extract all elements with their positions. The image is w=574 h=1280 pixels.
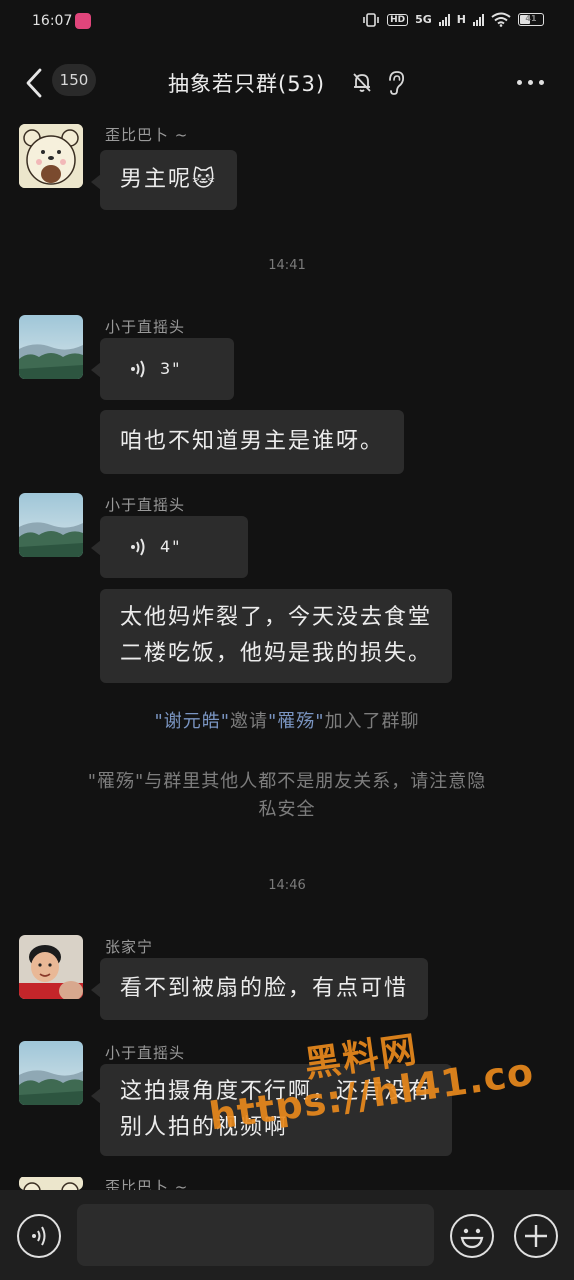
bear-avatar-image bbox=[19, 1177, 83, 1190]
voice-icon[interactable] bbox=[17, 1214, 61, 1258]
voice-bubble[interactable]: 4" bbox=[91, 516, 248, 578]
ear-icon bbox=[389, 71, 405, 95]
landscape-avatar-image bbox=[19, 315, 83, 379]
notice-line: 私安全 bbox=[258, 799, 316, 820]
invite-text-2: 加入了群聊 bbox=[324, 711, 420, 732]
emoji-icon[interactable] bbox=[450, 1214, 494, 1258]
network-h-label: H bbox=[456, 13, 466, 26]
bell-off-icon bbox=[353, 73, 371, 92]
voice-bubble[interactable]: 3" bbox=[91, 338, 234, 400]
status-bar: 16:07 HD 5G H 41 bbox=[0, 0, 574, 44]
input-bar bbox=[0, 1190, 574, 1280]
avatar[interactable] bbox=[19, 493, 83, 557]
wifi-icon bbox=[491, 12, 511, 27]
chat-title[interactable]: 抽象若只群(53) bbox=[168, 68, 325, 98]
time-divider: 14:46 bbox=[268, 878, 306, 893]
voice-wave-icon bbox=[131, 538, 145, 556]
app-notification-icon bbox=[75, 13, 91, 29]
signal-icon-2 bbox=[473, 13, 484, 26]
notice-line: "罹殇"与群里其他人都不是朋友关系，请注意隐 bbox=[87, 771, 487, 792]
time-divider: 14:41 bbox=[268, 258, 306, 273]
sender-name: 小于直摇头 bbox=[105, 318, 186, 336]
signal-icon bbox=[438, 13, 450, 26]
voice-duration: 3" bbox=[160, 359, 182, 378]
landscape-avatar-image bbox=[19, 493, 83, 557]
text-line: 二楼吃饭，他妈是我的损失。 bbox=[120, 641, 433, 666]
invitee-name[interactable]: "罹殇" bbox=[268, 711, 325, 732]
voice-duration: 4" bbox=[160, 537, 182, 556]
avatar[interactable] bbox=[19, 1176, 83, 1190]
bear-avatar-image bbox=[19, 124, 83, 188]
voice-wave-icon bbox=[131, 360, 145, 378]
child-avatar-image bbox=[19, 935, 83, 999]
text-bubble[interactable]: 男主呢🐱 bbox=[91, 150, 237, 210]
sender-name: 小于直摇头 bbox=[105, 496, 186, 514]
system-invite-message: "谢元皓"邀请"罹殇"加入了群聊 bbox=[40, 708, 534, 736]
battery-level: 41 bbox=[525, 14, 537, 23]
unread-count-badge[interactable]: 150 bbox=[52, 64, 96, 96]
inviter-name[interactable]: "谢元皓" bbox=[154, 711, 230, 732]
sender-name: 歪比巴卜 ~ bbox=[105, 126, 189, 144]
text-bubble[interactable]: 咱也不知道男主是谁呀。 bbox=[100, 410, 405, 474]
system-privacy-notice: "罹殇"与群里其他人都不是朋友关系，请注意隐 私安全 bbox=[40, 768, 534, 824]
message-input[interactable] bbox=[77, 1204, 434, 1266]
sender-name: 张家宁 bbox=[105, 938, 154, 956]
text-bubble[interactable]: 看不到被扇的脸，有点可惜 bbox=[90, 958, 429, 1020]
chevron-left-icon[interactable] bbox=[22, 66, 46, 100]
status-icons: HD 5G H 41 bbox=[362, 12, 544, 27]
plus-icon[interactable] bbox=[514, 1214, 558, 1258]
invite-text: 邀请 bbox=[230, 711, 268, 732]
avatar[interactable] bbox=[19, 124, 83, 188]
sender-name: 小于直摇头 bbox=[105, 1044, 186, 1062]
more-dots-icon[interactable] bbox=[517, 80, 544, 85]
hd-label: HD bbox=[387, 13, 409, 26]
chat-header: 150 抽象若只群(53) bbox=[0, 52, 574, 112]
landscape-avatar-image bbox=[19, 1041, 83, 1105]
text-line: 太他妈炸裂了，今天没去食堂 bbox=[120, 605, 433, 630]
avatar[interactable] bbox=[19, 1041, 83, 1105]
avatar[interactable] bbox=[19, 935, 83, 999]
avatar[interactable] bbox=[19, 315, 83, 379]
text-bubble[interactable]: 太他妈炸裂了，今天没去食堂 二楼吃饭，他妈是我的损失。 bbox=[100, 589, 453, 683]
battery-icon: 41 bbox=[518, 13, 544, 26]
network-5g-label: 5G bbox=[415, 13, 432, 26]
vibrate-icon bbox=[363, 12, 379, 27]
status-time: 16:07 bbox=[32, 13, 73, 29]
